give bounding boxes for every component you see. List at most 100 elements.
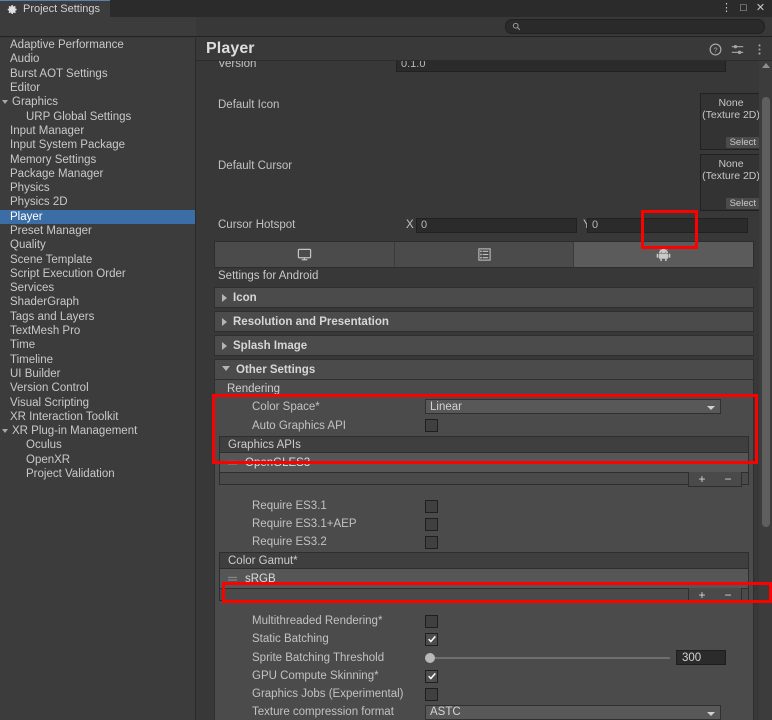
- sidebar-item-label: Scene Template: [10, 253, 92, 267]
- foldout-other-settings[interactable]: Other Settings: [214, 359, 754, 380]
- settings-sidebar[interactable]: Adaptive PerformanceAudioBurst AOT Setti…: [0, 38, 196, 720]
- sidebar-item-scene-template[interactable]: Scene Template: [0, 252, 195, 266]
- static-batching-row: Static Batching: [215, 630, 753, 648]
- sidebar-item-services[interactable]: Services: [0, 281, 195, 295]
- sidebar-item-version-control[interactable]: Version Control: [0, 381, 195, 395]
- sidebar-item-time[interactable]: Time: [0, 338, 195, 352]
- default-icon-objectfield[interactable]: None (Texture 2D) Select: [700, 93, 762, 150]
- platform-tab-standalone[interactable]: [215, 242, 395, 267]
- sidebar-item-textmesh-pro[interactable]: TextMesh Pro: [0, 324, 195, 338]
- version-label: Version: [196, 61, 396, 70]
- chevron-down-icon[interactable]: [2, 429, 8, 436]
- scrollbar-thumb[interactable]: [762, 97, 770, 527]
- color-gamut-list-footer: + −: [219, 588, 749, 601]
- drag-handle-icon[interactable]: [228, 575, 237, 582]
- multithreaded-rendering-checkbox[interactable]: [425, 615, 438, 628]
- sidebar-item-label: Physics: [10, 181, 50, 195]
- color-gamut-add-button[interactable]: +: [698, 589, 705, 601]
- color-gamut-name: sRGB: [245, 573, 276, 585]
- drag-handle-icon[interactable]: [228, 459, 237, 466]
- kebab-menu-icon[interactable]: [753, 43, 766, 56]
- preset-icon[interactable]: [731, 43, 744, 56]
- sidebar-item-preset-manager[interactable]: Preset Manager: [0, 224, 195, 238]
- rendering-group-header: Rendering: [215, 380, 753, 397]
- android-icon: [656, 247, 671, 262]
- scroll-up-arrow-icon[interactable]: [762, 63, 770, 68]
- window-menu-icon[interactable]: ⋮: [718, 0, 735, 17]
- sidebar-item-label: Burst AOT Settings: [10, 67, 108, 81]
- cursor-hotspot-x-input[interactable]: 0: [416, 218, 577, 233]
- sidebar-item-editor[interactable]: Editor: [0, 81, 195, 95]
- graphics-jobs-checkbox[interactable]: [425, 688, 438, 701]
- color-gamut-list-item[interactable]: sRGB: [219, 569, 749, 588]
- chevron-down-icon[interactable]: [2, 100, 8, 107]
- sidebar-item-label: Quality: [10, 238, 46, 252]
- foldout-resolution-presentation[interactable]: Resolution and Presentation: [214, 311, 754, 332]
- platform-tab-settings[interactable]: [395, 242, 575, 267]
- search-input[interactable]: [525, 21, 758, 32]
- cursor-hotspot-y-input[interactable]: 0: [587, 218, 748, 233]
- foldout-icon[interactable]: Icon: [214, 287, 754, 308]
- require-es31aep-checkbox[interactable]: [425, 518, 438, 531]
- sidebar-item-adaptive-performance[interactable]: Adaptive Performance: [0, 38, 195, 52]
- sidebar-item-shadergraph[interactable]: ShaderGraph: [0, 295, 195, 309]
- sidebar-item-timeline[interactable]: Timeline: [0, 353, 195, 367]
- sidebar-item-input-system-package[interactable]: Input System Package: [0, 138, 195, 152]
- texture-compression-dropdown[interactable]: ASTC: [425, 705, 721, 720]
- gpu-compute-skinning-checkbox[interactable]: [425, 670, 438, 683]
- color-gamut-remove-button[interactable]: −: [724, 589, 731, 601]
- graphics-apis-remove-button[interactable]: −: [724, 473, 731, 485]
- foldout-other-settings-label: Other Settings: [236, 364, 315, 376]
- graphics-apis-add-button[interactable]: +: [698, 473, 705, 485]
- auto-graphics-api-checkbox[interactable]: [425, 419, 438, 432]
- tab-project-settings[interactable]: Project Settings: [0, 0, 110, 17]
- sidebar-item-visual-scripting[interactable]: Visual Scripting: [0, 395, 195, 409]
- default-icon-select-button[interactable]: Select: [726, 137, 760, 148]
- sidebar-item-urp-global-settings[interactable]: URP Global Settings: [0, 109, 195, 123]
- sidebar-item-memory-settings[interactable]: Memory Settings: [0, 152, 195, 166]
- sprite-batching-threshold-input[interactable]: 300: [676, 650, 726, 665]
- static-batching-checkbox[interactable]: [425, 633, 438, 646]
- window-maximize-icon[interactable]: □: [735, 0, 752, 17]
- sidebar-item-xr-plug-in-management[interactable]: XR Plug-in Management: [0, 424, 195, 438]
- color-space-dropdown[interactable]: Linear: [425, 399, 721, 414]
- sidebar-item-xr-interaction-toolkit[interactable]: XR Interaction Toolkit: [0, 410, 195, 424]
- platform-tab-android[interactable]: [574, 242, 753, 267]
- foldout-splash-image[interactable]: Splash Image: [214, 335, 754, 356]
- require-es32-checkbox[interactable]: [425, 536, 438, 549]
- version-input[interactable]: 0.1.0: [396, 61, 726, 72]
- sprite-batching-threshold-row: Sprite Batching Threshold 300: [215, 648, 753, 667]
- sidebar-item-label: Graphics: [12, 95, 58, 109]
- graphics-jobs-label: Graphics Jobs (Experimental): [215, 688, 425, 700]
- sidebar-item-graphics[interactable]: Graphics: [0, 95, 195, 109]
- toolbar: [0, 17, 772, 37]
- sprite-batching-threshold-slider[interactable]: [425, 651, 670, 664]
- default-cursor-objectfield[interactable]: None (Texture 2D) Select: [700, 154, 762, 211]
- sidebar-item-ui-builder[interactable]: UI Builder: [0, 367, 195, 381]
- sidebar-item-script-execution-order[interactable]: Script Execution Order: [0, 267, 195, 281]
- sidebar-item-burst-aot-settings[interactable]: Burst AOT Settings: [0, 67, 195, 81]
- sidebar-item-package-manager[interactable]: Package Manager: [0, 167, 195, 181]
- sidebar-item-audio[interactable]: Audio: [0, 52, 195, 66]
- sidebar-item-physics-2d[interactable]: Physics 2D: [0, 195, 195, 209]
- sidebar-item-oculus[interactable]: Oculus: [0, 438, 195, 452]
- slider-knob[interactable]: [425, 653, 435, 663]
- sidebar-item-openxr[interactable]: OpenXR: [0, 453, 195, 467]
- sidebar-item-input-manager[interactable]: Input Manager: [0, 124, 195, 138]
- main-vertical-scrollbar[interactable]: [759, 61, 772, 720]
- gear-icon: [7, 4, 18, 15]
- help-icon[interactable]: ?: [709, 43, 722, 56]
- default-icon-label: Default Icon: [218, 99, 279, 111]
- sidebar-item-quality[interactable]: Quality: [0, 238, 195, 252]
- window-close-icon[interactable]: ✕: [752, 0, 769, 17]
- search-field[interactable]: [505, 19, 765, 34]
- sidebar-item-label: ShaderGraph: [10, 295, 79, 309]
- require-es31-checkbox[interactable]: [425, 500, 438, 513]
- default-cursor-select-button[interactable]: Select: [726, 198, 760, 209]
- sidebar-item-physics[interactable]: Physics: [0, 181, 195, 195]
- sidebar-item-player[interactable]: Player: [0, 210, 195, 224]
- sidebar-item-project-validation[interactable]: Project Validation: [0, 467, 195, 481]
- sidebar-item-tags-and-layers[interactable]: Tags and Layers: [0, 310, 195, 324]
- platform-tab-strip[interactable]: [214, 241, 754, 268]
- graphics-apis-list-item[interactable]: OpenGLES3: [219, 453, 749, 472]
